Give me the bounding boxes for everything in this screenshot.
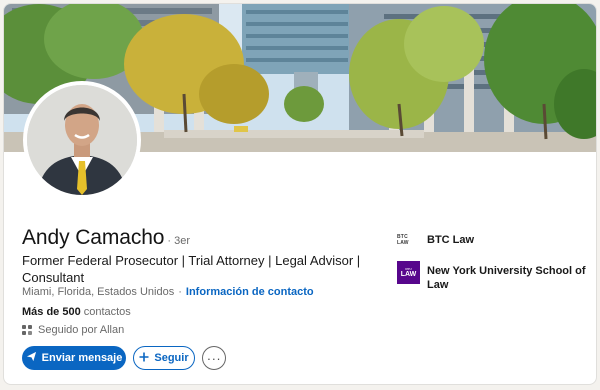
connections-label: contactos	[83, 306, 131, 318]
connections-number: Más de 500	[22, 306, 81, 318]
send-message-label: Enviar mensaje	[41, 352, 123, 364]
followed-by-text: Seguido por Allan	[38, 324, 125, 336]
profile-card: Andy Camacho · 3er Former Federal Prosec…	[3, 3, 597, 385]
location-row: Miami, Florida, Estados Unidos · Informaci…	[22, 286, 314, 298]
nyu-logo-top: NYU	[405, 266, 412, 271]
profile-actions: Enviar mensaje Seguir ···	[22, 346, 226, 370]
profile-location: Miami, Florida, Estados Unidos	[22, 286, 175, 298]
nyu-logo-main: LAW	[400, 270, 417, 278]
people-icon	[22, 324, 33, 336]
org-name: BTC Law	[427, 234, 475, 246]
nyu-law-logo: NYU LAW	[397, 261, 420, 284]
send-message-button[interactable]: Enviar mensaje	[22, 346, 126, 370]
profile-headline: Former Federal Prosecutor | Trial Attorn…	[22, 253, 361, 285]
location-separator: ·	[178, 286, 182, 298]
follow-button[interactable]: Seguir	[133, 346, 195, 370]
organizations-list: BTC LAW BTC Law NYU LAW New York Univers…	[397, 228, 587, 302]
followed-by[interactable]: Seguido por Allan	[22, 324, 124, 336]
profile-avatar[interactable]	[23, 81, 141, 199]
more-actions-button[interactable]: ···	[202, 346, 226, 370]
contact-info-link[interactable]: Información de contacto	[186, 286, 314, 298]
org-name: New York University School of Law	[427, 265, 586, 291]
send-icon	[26, 351, 37, 365]
btc-law-logo: BTC LAW	[397, 228, 420, 251]
org-item-btc-law[interactable]: BTC LAW BTC Law	[397, 228, 587, 251]
plus-icon	[139, 352, 149, 365]
connections-count[interactable]: Más de 500 contactos	[22, 306, 131, 318]
profile-name: Andy Camacho	[22, 226, 165, 249]
ellipsis-icon: ···	[206, 350, 222, 366]
follow-label: Seguir	[154, 352, 189, 364]
org-item-nyu-law[interactable]: NYU LAW New York University School of La…	[397, 261, 587, 292]
name-row: Andy Camacho · 3er	[22, 226, 190, 250]
connection-degree: · 3er	[167, 235, 191, 247]
